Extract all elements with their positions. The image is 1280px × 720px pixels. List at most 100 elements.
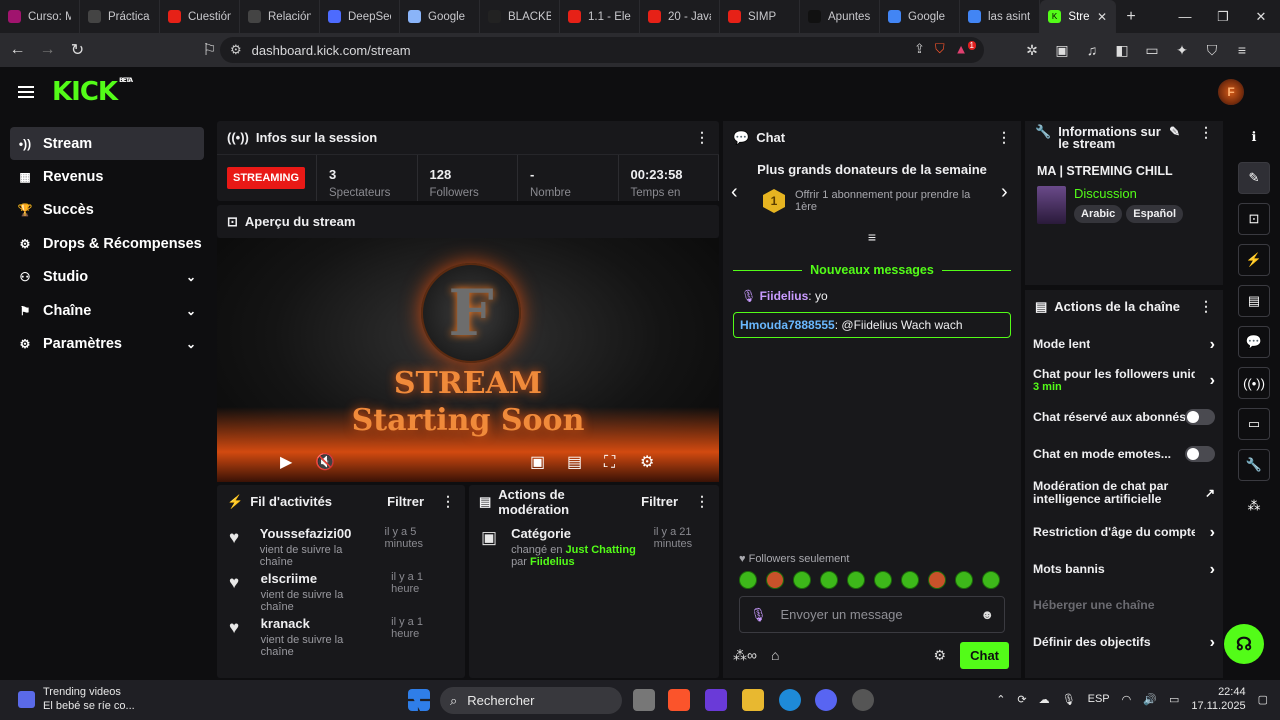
sync-icon[interactable]: ⟳ bbox=[1017, 693, 1026, 706]
settings-icon[interactable]: ⚙ bbox=[640, 452, 654, 472]
leo-icon[interactable]: ✦ bbox=[1174, 42, 1190, 59]
channel-action-item[interactable]: Restriction d'âge du compte › bbox=[1025, 514, 1223, 551]
info-icon[interactable]: ℹ bbox=[1238, 121, 1270, 153]
sidebar-item-studio[interactable]: ⚇ Studio ⌄ bbox=[10, 261, 204, 294]
apps-icon[interactable]: ⁂ bbox=[1238, 490, 1270, 522]
chat-settings-icon[interactable]: ⚙ bbox=[934, 647, 947, 664]
clip-icon[interactable]: ▭ bbox=[1238, 408, 1270, 440]
document-icon[interactable]: ▤ bbox=[1238, 285, 1270, 317]
preview-icon[interactable]: ⊡ bbox=[1238, 203, 1270, 235]
chat-username[interactable]: Hmouda7888555 bbox=[740, 318, 835, 332]
wallet-icon[interactable]: ▭ bbox=[1144, 42, 1160, 59]
toggle-switch[interactable] bbox=[1185, 409, 1215, 426]
forward-icon[interactable]: → bbox=[35, 38, 60, 63]
more-icon[interactable]: ⋮ bbox=[1199, 298, 1213, 315]
activity-user[interactable]: Youssefazizi00 bbox=[260, 526, 371, 541]
channel-action-item[interactable]: Chat pour les followers uniq 3 min › bbox=[1025, 363, 1223, 400]
activity-filter-button[interactable]: Filtrer bbox=[387, 494, 424, 509]
obs-icon[interactable] bbox=[852, 689, 874, 711]
wrench-icon[interactable]: 🔧 bbox=[1238, 449, 1270, 481]
chevron-left-icon[interactable]: ‹ bbox=[731, 181, 738, 204]
mod-category-link[interactable]: Just Chatting bbox=[566, 544, 636, 556]
emote-icon[interactable] bbox=[820, 571, 838, 589]
mic-icon[interactable]: 🎙 bbox=[750, 607, 767, 623]
new-tab-icon[interactable]: + bbox=[1116, 8, 1146, 26]
user-avatar[interactable]: F bbox=[1218, 79, 1244, 105]
chevron-right-icon[interactable]: › bbox=[1001, 181, 1008, 204]
browser-tab[interactable]: SIMP bbox=[720, 0, 800, 33]
browser-tab-active[interactable]: K Stre ✕ bbox=[1040, 0, 1116, 33]
widgets-trending[interactable]: Trending videos El bebé se ríe co... bbox=[18, 686, 135, 712]
activity-user[interactable]: kranack bbox=[261, 616, 377, 631]
chat-input[interactable]: 🎙 Envoyer un message ☻ bbox=[739, 596, 1005, 633]
pip-icon[interactable]: ▣ bbox=[530, 452, 545, 472]
chat-username[interactable]: Fiidelius bbox=[760, 289, 809, 303]
more-icon[interactable]: ⋮ bbox=[695, 493, 709, 510]
channel-action-item[interactable]: Mots bannis › bbox=[1025, 551, 1223, 588]
discord-icon[interactable] bbox=[815, 689, 837, 711]
emote-icon[interactable] bbox=[982, 571, 1000, 589]
mute-icon[interactable]: 🔇 bbox=[315, 452, 335, 472]
more-icon[interactable]: ⋮ bbox=[997, 129, 1011, 146]
screenshot-icon[interactable]: ▣ bbox=[1054, 42, 1070, 59]
channel-action-item[interactable]: Chat réservé aux abonnés bbox=[1025, 399, 1223, 436]
sidebar-toggle-icon[interactable]: ◧ bbox=[1114, 42, 1130, 59]
menu-icon[interactable]: ≡ bbox=[1234, 42, 1250, 59]
new-messages-divider[interactable]: Nouveaux messages bbox=[733, 263, 1011, 277]
maximize-icon[interactable]: ❐ bbox=[1204, 0, 1242, 33]
browser-tab[interactable]: Google bbox=[880, 0, 960, 33]
share-icon[interactable]: ⇪ bbox=[914, 41, 925, 57]
windows-start-icon[interactable] bbox=[408, 689, 430, 711]
edge-icon[interactable] bbox=[779, 689, 801, 711]
url-field[interactable]: ⚙ dashboard.kick.com/stream ⇪ ⛉ ▲ 1 bbox=[220, 37, 984, 63]
sidebar-item-revenus[interactable]: ▦ Revenus bbox=[10, 160, 204, 193]
sidebar-item-succ-s[interactable]: 🏆 Succès bbox=[10, 194, 204, 227]
brave-shield-icon[interactable]: ⛉ bbox=[935, 41, 945, 57]
store-icon[interactable]: ⌂ bbox=[771, 647, 779, 663]
intellij-icon[interactable] bbox=[705, 689, 727, 711]
sidebar-item-stream[interactable]: •)) Stream bbox=[10, 127, 204, 161]
stream-preview-video[interactable]: F STREAM Starting Soon ▶ 🔇 ▣ ▤ ⛶ ⚙ bbox=[217, 238, 719, 482]
extensions-icon[interactable]: ✲ bbox=[1024, 42, 1040, 59]
sidebar-item-drops-récompenses[interactable]: ⚙ Drops & Récompenses bbox=[10, 227, 204, 260]
tab-close-icon[interactable]: ✕ bbox=[1097, 10, 1107, 24]
browser-tab[interactable]: Google bbox=[400, 0, 480, 33]
cloud-icon[interactable]: ☁ bbox=[1039, 693, 1050, 706]
points-icon[interactable]: ⁂∞ bbox=[733, 647, 757, 664]
broadcast-icon[interactable]: ((•)) bbox=[1238, 367, 1270, 399]
mic-icon[interactable]: 🎙 bbox=[1062, 693, 1076, 706]
file-explorer-icon[interactable] bbox=[742, 689, 764, 711]
sidebar-item-cha-ne[interactable]: ⚑ Chaîne ⌄ bbox=[10, 294, 204, 327]
close-window-icon[interactable]: ✕ bbox=[1242, 0, 1280, 33]
tag[interactable]: Español bbox=[1126, 205, 1184, 223]
toggle-switch[interactable] bbox=[1185, 446, 1215, 463]
browser-tab[interactable]: Relación bbox=[240, 0, 320, 33]
browser-tab[interactable]: Apuntes bbox=[800, 0, 880, 33]
vpn-icon[interactable]: ⛉ bbox=[1204, 42, 1220, 59]
browser-tab[interactable]: Práctica bbox=[80, 0, 160, 33]
edit-icon[interactable]: ✎ bbox=[1169, 125, 1180, 138]
site-info-icon[interactable]: ⚙ bbox=[230, 42, 242, 58]
emote-icon[interactable] bbox=[928, 571, 946, 589]
category-thumbnail[interactable] bbox=[1037, 186, 1066, 224]
send-chat-button[interactable]: Chat bbox=[960, 641, 1009, 669]
emote-icon[interactable] bbox=[739, 571, 757, 589]
fullscreen-icon[interactable]: ⛶ bbox=[604, 454, 615, 472]
clock[interactable]: 22:44 17.11.2025 bbox=[1191, 685, 1245, 713]
theater-icon[interactable]: ▤ bbox=[567, 452, 582, 472]
more-icon[interactable]: ⋮ bbox=[1199, 125, 1213, 139]
channel-action-item[interactable]: Chat en mode emotes... bbox=[1025, 436, 1223, 473]
tray-chevron-icon[interactable]: ⌃ bbox=[996, 693, 1005, 706]
sidebar-item-param-tres[interactable]: ⚙ Paramètres ⌄ bbox=[10, 327, 204, 360]
lightning-icon[interactable]: ⚡ bbox=[1238, 244, 1270, 276]
emote-icon[interactable] bbox=[793, 571, 811, 589]
channel-action-item[interactable]: Définir des objectifs › bbox=[1025, 624, 1223, 661]
emote-icon[interactable] bbox=[847, 571, 865, 589]
brave-rewards-icon[interactable]: ▲ 1 bbox=[955, 41, 976, 57]
volume-icon[interactable]: 🔊 bbox=[1143, 693, 1157, 706]
emote-icon[interactable] bbox=[901, 571, 919, 589]
language-indicator[interactable]: ESP bbox=[1088, 693, 1110, 705]
channel-action-item[interactable]: Mode lent › bbox=[1025, 326, 1223, 363]
wifi-icon[interactable]: ◠ bbox=[1122, 693, 1132, 706]
browser-tab[interactable]: BLACKB bbox=[480, 0, 560, 33]
